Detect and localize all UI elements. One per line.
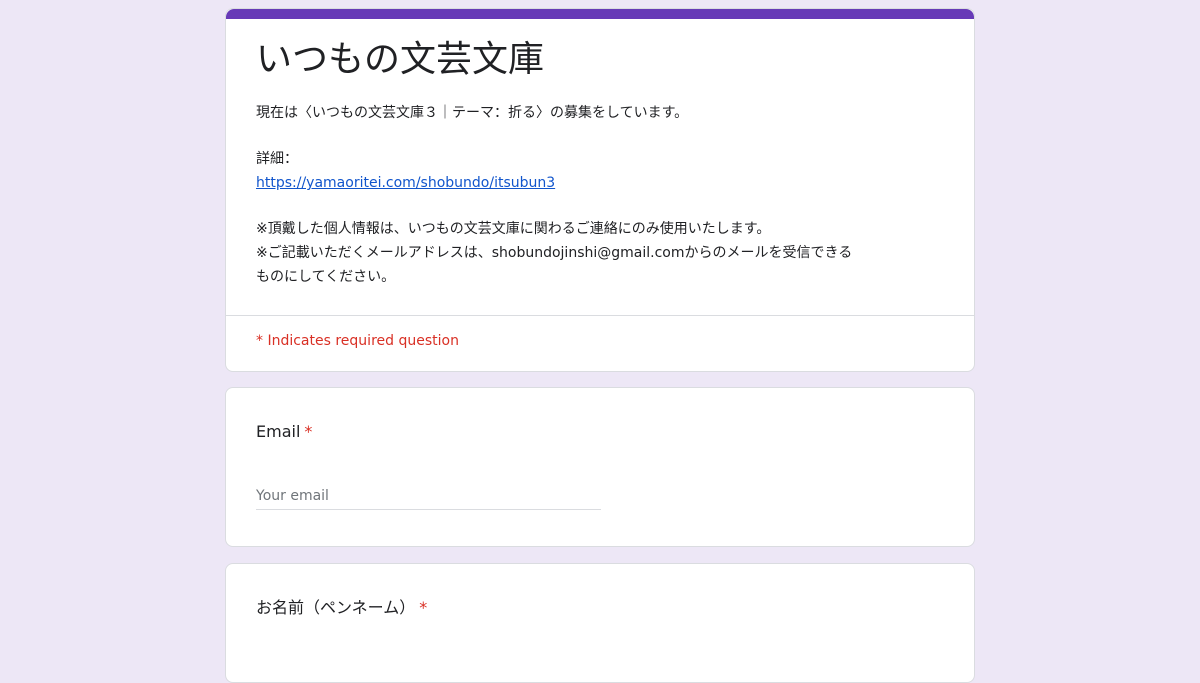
email-question-title: Email * xyxy=(256,420,312,444)
accent-bar xyxy=(226,9,974,19)
name-question-title: お名前（ペンネーム） * xyxy=(256,596,427,620)
privacy-note: ※頂戴した個人情報は、いつもの文芸文庫に関わるご連絡にのみ使用いたします。 xyxy=(256,221,771,237)
header-divider xyxy=(226,315,974,316)
email-note-continued: ものにしてください。 xyxy=(256,269,396,285)
description-line: 現在は〈いつもの文芸文庫３｜テーマ：折る〉の募集をしています。 xyxy=(256,105,689,121)
email-note: ※ご記載いただくメールアドレスは、shobundojinshi@gmail.co… xyxy=(256,245,853,261)
details-link[interactable]: https://yamaoritei.com/shobundo/itsubun3 xyxy=(256,175,555,191)
form-description: 現在は〈いつもの文芸文庫３｜テーマ：折る〉の募集をしています。 詳細： http… xyxy=(256,101,956,289)
email-input[interactable] xyxy=(256,482,601,510)
email-label: Email xyxy=(256,422,301,441)
name-question-card: お名前（ペンネーム） * xyxy=(225,563,975,683)
required-asterisk: * xyxy=(304,422,313,441)
form-title: いつもの文芸文庫 xyxy=(256,39,545,80)
email-question-card: Email * xyxy=(225,387,975,547)
required-asterisk: * xyxy=(419,598,428,617)
form-container: いつもの文芸文庫 現在は〈いつもの文芸文庫３｜テーマ：折る〉の募集をしています。… xyxy=(225,8,975,683)
form-header-card: いつもの文芸文庫 現在は〈いつもの文芸文庫３｜テーマ：折る〉の募集をしています。… xyxy=(225,8,975,372)
name-label: お名前（ペンネーム） xyxy=(256,598,416,617)
required-indicator-note: * Indicates required question xyxy=(256,333,459,349)
details-label: 詳細： xyxy=(256,151,298,167)
